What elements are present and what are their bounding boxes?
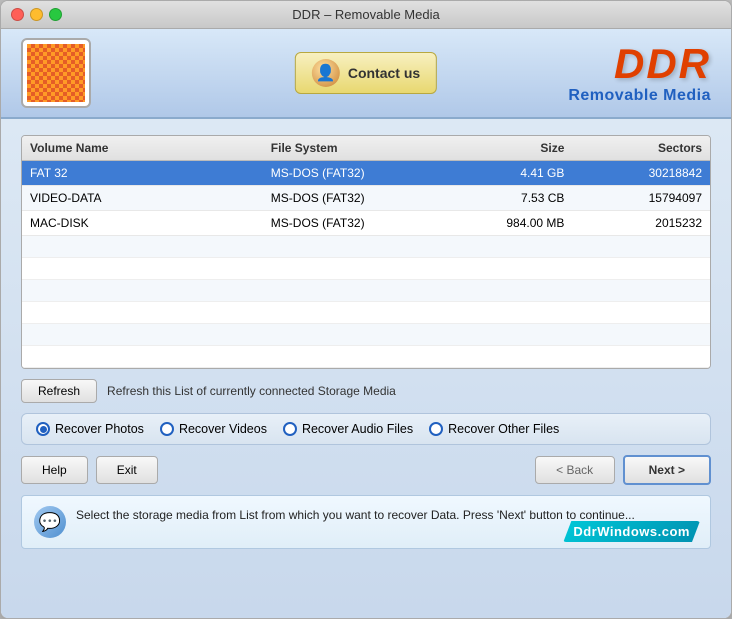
contact-icon: 👤 xyxy=(312,59,340,87)
refresh-button[interactable]: Refresh xyxy=(21,379,97,403)
table-row-empty xyxy=(22,236,710,258)
cell-sectors: 15794097 xyxy=(572,186,710,211)
radio-label-videos: Recover Videos xyxy=(179,422,267,436)
contact-button[interactable]: 👤 Contact us xyxy=(295,52,437,94)
col-volume: Volume Name xyxy=(22,136,263,161)
cell-volume: FAT 32 xyxy=(22,161,263,186)
contact-label: Contact us xyxy=(348,65,420,81)
info-panel: 💬 Select the storage media from List fro… xyxy=(21,495,711,549)
help-button[interactable]: Help xyxy=(21,456,88,484)
app-brand: DDR Removable Media xyxy=(568,41,711,105)
radio-label-audio: Recover Audio Files xyxy=(302,422,413,436)
maximize-button[interactable] xyxy=(49,8,62,21)
cell-size: 4.41 GB xyxy=(435,161,573,186)
table-row[interactable]: VIDEO-DATA MS-DOS (FAT32) 7.53 CB 157940… xyxy=(22,186,710,211)
col-size: Size xyxy=(435,136,573,161)
disk-table: Volume Name File System Size Sectors FAT… xyxy=(21,135,711,369)
table-row-empty xyxy=(22,302,710,324)
window-controls xyxy=(11,8,62,21)
recovery-options: Recover Photos Recover Videos Recover Au… xyxy=(21,413,711,445)
app-logo xyxy=(21,38,91,108)
radio-label-photos: Recover Photos xyxy=(55,422,144,436)
table-row[interactable]: MAC-DISK MS-DOS (FAT32) 984.00 MB 201523… xyxy=(22,211,710,236)
window-title: DDR – Removable Media xyxy=(292,7,439,22)
cell-fs: MS-DOS (FAT32) xyxy=(263,161,435,186)
cell-fs: MS-DOS (FAT32) xyxy=(263,211,435,236)
radio-photos[interactable]: Recover Photos xyxy=(36,422,144,436)
close-button[interactable] xyxy=(11,8,24,21)
refresh-row: Refresh Refresh this List of currently c… xyxy=(21,379,711,403)
bottom-buttons: Help Exit < Back Next > xyxy=(21,455,711,485)
col-fs: File System xyxy=(263,136,435,161)
exit-button[interactable]: Exit xyxy=(96,456,158,484)
cell-sectors: 30218842 xyxy=(572,161,710,186)
radio-indicator-other xyxy=(429,422,443,436)
radio-indicator-audio xyxy=(283,422,297,436)
radio-other[interactable]: Recover Other Files xyxy=(429,422,559,436)
radio-videos[interactable]: Recover Videos xyxy=(160,422,267,436)
info-icon: 💬 xyxy=(34,506,66,538)
table-row-empty xyxy=(22,346,710,368)
app-header: 👤 Contact us DDR Removable Media xyxy=(1,29,731,119)
info-text: Select the storage media from List from … xyxy=(76,506,635,524)
back-button[interactable]: < Back xyxy=(535,456,615,484)
table-row-empty xyxy=(22,280,710,302)
radio-label-other: Recover Other Files xyxy=(448,422,559,436)
brand-sub-text: Removable Media xyxy=(568,87,711,105)
cell-sectors: 2015232 xyxy=(572,211,710,236)
cell-volume: VIDEO-DATA xyxy=(22,186,263,211)
radio-indicator-photos xyxy=(36,422,50,436)
next-button[interactable]: Next > xyxy=(623,455,711,485)
brand-ddr-text: DDR xyxy=(568,41,711,87)
cell-size: 984.00 MB xyxy=(435,211,573,236)
title-bar: DDR – Removable Media xyxy=(1,1,731,29)
cell-fs: MS-DOS (FAT32) xyxy=(263,186,435,211)
app-window: DDR – Removable Media 👤 Contact us DDR R… xyxy=(0,0,732,619)
table-row-empty xyxy=(22,258,710,280)
main-content: Volume Name File System Size Sectors FAT… xyxy=(1,119,731,618)
radio-audio[interactable]: Recover Audio Files xyxy=(283,422,413,436)
refresh-description: Refresh this List of currently connected… xyxy=(107,384,396,398)
cell-volume: MAC-DISK xyxy=(22,211,263,236)
table-row[interactable]: FAT 32 MS-DOS (FAT32) 4.41 GB 30218842 xyxy=(22,161,710,186)
radio-indicator-videos xyxy=(160,422,174,436)
logo-icon xyxy=(27,44,85,102)
watermark: DdrWindows.com xyxy=(563,521,700,542)
cell-size: 7.53 CB xyxy=(435,186,573,211)
table-row-empty xyxy=(22,324,710,346)
col-sectors: Sectors xyxy=(572,136,710,161)
minimize-button[interactable] xyxy=(30,8,43,21)
